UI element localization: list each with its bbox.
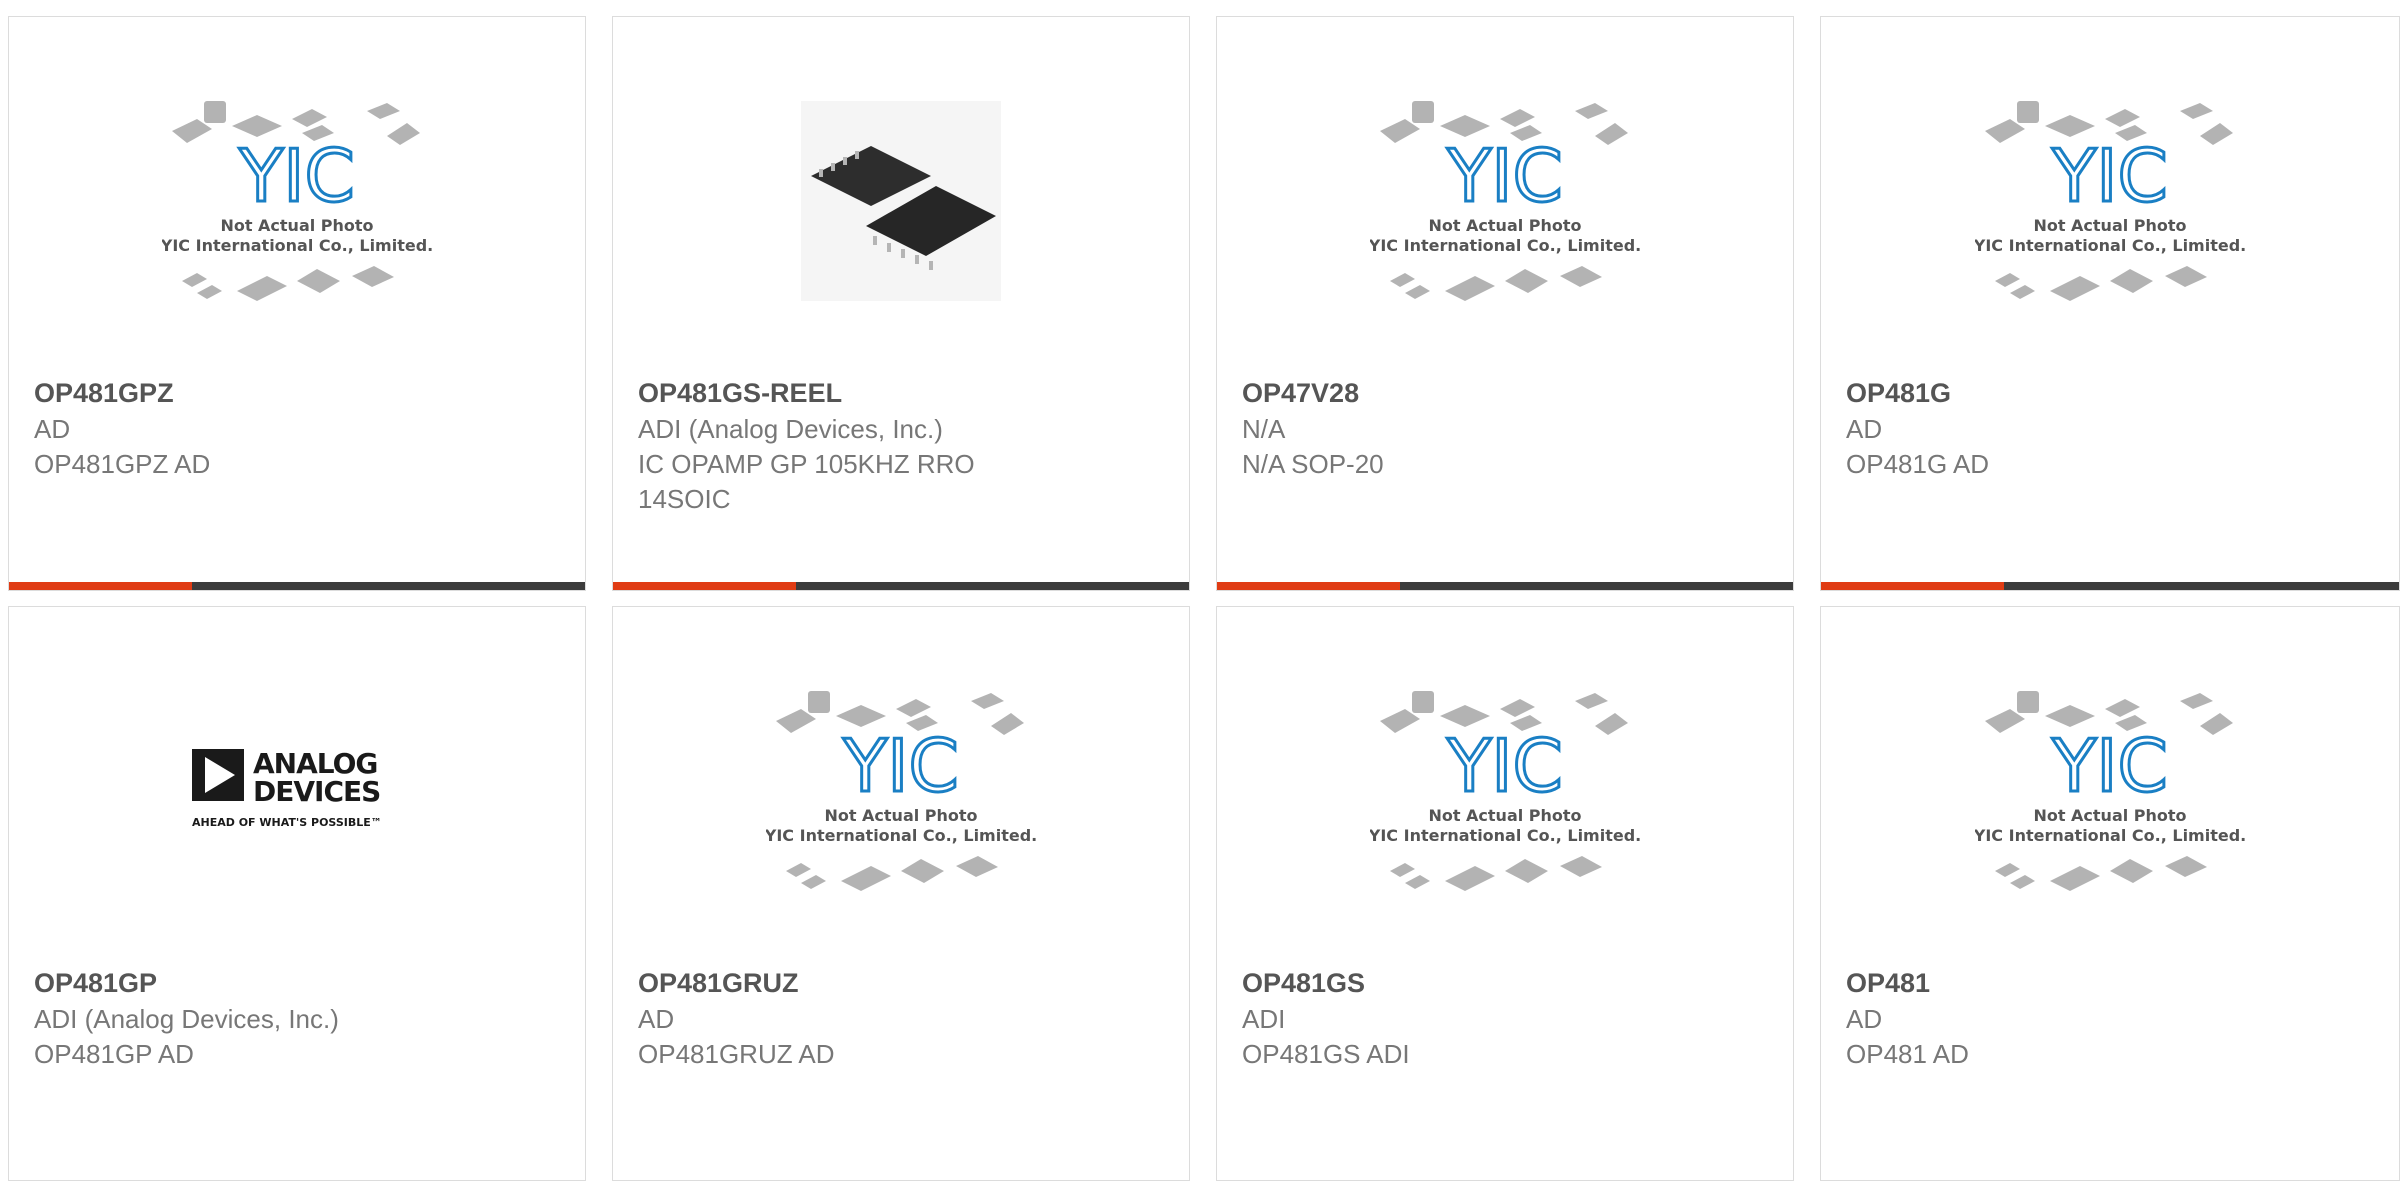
- product-image[interactable]: [613, 41, 1189, 361]
- not-actual-photo-text: Not Actual Photo: [2033, 806, 2186, 825]
- description: OP481 AD: [1846, 1039, 1969, 1069]
- company-name-text: YIC International Co., Limited.: [1975, 236, 2245, 255]
- not-actual-photo-text: Not Actual Photo: [1428, 216, 1581, 235]
- description: OP481G AD: [1846, 449, 1990, 479]
- not-actual-photo-placeholder: YIC Not Actual Photo YIC International C…: [1370, 101, 1640, 301]
- description: OP481GP AD: [34, 1039, 194, 1069]
- product-image[interactable]: ANALOG DEVICES AHEAD OF WHAT'S POSSIBLE™: [9, 631, 585, 951]
- product-card[interactable]: YIC Not Actual Photo YIC International C…: [612, 606, 1190, 1181]
- card-bottom-bar: [1821, 582, 2399, 590]
- company-name-text: YIC International Co., Limited.: [1975, 826, 2245, 845]
- yic-logo: YIC: [2051, 134, 2168, 218]
- part-number-link[interactable]: OP47V28: [1242, 375, 1768, 411]
- product-image[interactable]: YIC Not Actual Photo YIC International C…: [1821, 631, 2399, 951]
- company-name-text: YIC International Co., Limited.: [766, 826, 1036, 845]
- product-card[interactable]: YIC Not Actual Photo YIC International C…: [1820, 606, 2400, 1181]
- card-bottom-bar: [613, 582, 1189, 590]
- not-actual-photo-text: Not Actual Photo: [220, 216, 373, 235]
- product-image[interactable]: YIC Not Actual Photo YIC International C…: [1217, 41, 1793, 361]
- product-card[interactable]: OP481GS-REEL ADI (Analog Devices, Inc.) …: [612, 16, 1190, 591]
- part-number-link[interactable]: OP481GS: [1242, 965, 1768, 1001]
- part-number-link[interactable]: OP481GP: [34, 965, 560, 1001]
- manufacturer: AD: [638, 1004, 675, 1034]
- yic-logo: YIC: [842, 724, 959, 808]
- description: N/A SOP-20: [1242, 449, 1384, 479]
- company-name-text: YIC International Co., Limited.: [1370, 826, 1640, 845]
- part-number-link[interactable]: OP481GS-REEL: [638, 375, 1164, 411]
- devices-text: DEVICES: [253, 775, 380, 808]
- product-card[interactable]: YIC Not Actual Photo YIC International C…: [1216, 16, 1794, 591]
- part-number-link[interactable]: OP481: [1846, 965, 2374, 1001]
- part-number-link[interactable]: OP481GPZ: [34, 375, 560, 411]
- not-actual-photo-placeholder: YIC Not Actual Photo YIC International C…: [1975, 691, 2245, 891]
- manufacturer: ADI (Analog Devices, Inc.): [638, 414, 943, 444]
- yic-logo: YIC: [1446, 134, 1563, 218]
- card-bottom-bar: [9, 582, 585, 590]
- tagline-text: AHEAD OF WHAT'S POSSIBLE™: [192, 816, 382, 829]
- yic-logo: YIC: [1446, 724, 1563, 808]
- not-actual-photo-placeholder: YIC Not Actual Photo YIC International C…: [162, 101, 432, 301]
- card-bottom-bar: [1217, 582, 1793, 590]
- description: OP481GRUZ AD: [638, 1039, 835, 1069]
- soic-chip-photo: [801, 101, 1001, 301]
- product-card[interactable]: ANALOG DEVICES AHEAD OF WHAT'S POSSIBLE™…: [8, 606, 586, 1181]
- not-actual-photo-placeholder: YIC Not Actual Photo YIC International C…: [1370, 691, 1640, 891]
- product-card[interactable]: YIC Not Actual Photo YIC International C…: [8, 16, 586, 591]
- not-actual-photo-text: Not Actual Photo: [824, 806, 977, 825]
- product-image[interactable]: YIC Not Actual Photo YIC International C…: [1821, 41, 2399, 361]
- manufacturer: ADI (Analog Devices, Inc.): [34, 1004, 339, 1034]
- product-image[interactable]: YIC Not Actual Photo YIC International C…: [1217, 631, 1793, 951]
- product-image[interactable]: YIC Not Actual Photo YIC International C…: [9, 41, 585, 361]
- product-card[interactable]: YIC Not Actual Photo YIC International C…: [1820, 16, 2400, 591]
- not-actual-photo-text: Not Actual Photo: [1428, 806, 1581, 825]
- yic-logo: YIC: [238, 134, 355, 218]
- description: OP481GPZ AD: [34, 449, 211, 479]
- manufacturer: N/A: [1242, 414, 1286, 444]
- description: OP481GS ADI: [1242, 1039, 1410, 1069]
- not-actual-photo-placeholder: YIC Not Actual Photo YIC International C…: [766, 691, 1036, 891]
- product-image[interactable]: YIC Not Actual Photo YIC International C…: [613, 631, 1189, 951]
- description: IC OPAMP GP 105KHZ RRO 14SOIC: [638, 449, 975, 514]
- part-number-link[interactable]: OP481G: [1846, 375, 2374, 411]
- product-card[interactable]: YIC Not Actual Photo YIC International C…: [1216, 606, 1794, 1181]
- manufacturer: AD: [34, 414, 71, 444]
- manufacturer: AD: [1846, 1004, 1883, 1034]
- analog-devices-logo: ANALOG DEVICES AHEAD OF WHAT'S POSSIBLE™: [192, 747, 382, 829]
- company-name-text: YIC International Co., Limited.: [1370, 236, 1640, 255]
- manufacturer: ADI: [1242, 1004, 1286, 1034]
- company-name-text: YIC International Co., Limited.: [162, 236, 432, 255]
- manufacturer: AD: [1846, 414, 1883, 444]
- yic-logo: YIC: [2051, 724, 2168, 808]
- not-actual-photo-text: Not Actual Photo: [2033, 216, 2186, 235]
- not-actual-photo-placeholder: YIC Not Actual Photo YIC International C…: [1975, 101, 2245, 301]
- part-number-link[interactable]: OP481GRUZ: [638, 965, 1164, 1001]
